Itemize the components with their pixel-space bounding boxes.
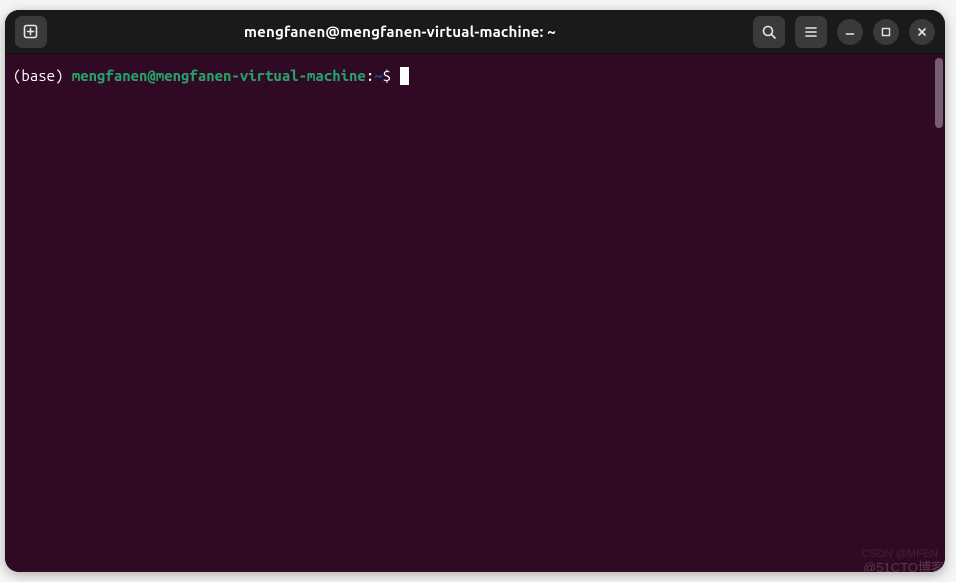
prompt-dollar: $ (383, 66, 400, 86)
prompt-colon: : (366, 66, 374, 86)
prompt-line: (base) mengfanen@mengfanen-virtual-machi… (13, 66, 937, 86)
maximize-button[interactable] (873, 19, 899, 45)
titlebar-left (15, 16, 47, 48)
conda-env: (base) (13, 66, 72, 86)
minimize-button[interactable] (837, 19, 863, 45)
maximize-icon (880, 26, 892, 38)
new-tab-icon (22, 23, 40, 41)
scrollbar-thumb[interactable] (935, 58, 943, 128)
hamburger-icon (803, 24, 819, 40)
cwd-path: ~ (374, 66, 382, 86)
menu-button[interactable] (795, 16, 827, 48)
new-tab-button[interactable] (15, 16, 47, 48)
text-cursor (400, 67, 409, 85)
titlebar-right (753, 16, 935, 48)
titlebar: mengfanen@mengfanen-virtual-machine: ~ (5, 10, 945, 54)
minimize-icon (844, 26, 856, 38)
close-button[interactable] (909, 19, 935, 45)
user-host: mengfanen@mengfanen-virtual-machine (72, 66, 366, 86)
terminal-window: mengfanen@mengfanen-virtual-machine: ~ (5, 10, 945, 572)
close-icon (916, 26, 928, 38)
terminal-body[interactable]: (base) mengfanen@mengfanen-virtual-machi… (5, 54, 945, 572)
window-title: mengfanen@mengfanen-virtual-machine: ~ (55, 23, 745, 40)
search-icon (761, 24, 777, 40)
search-button[interactable] (753, 16, 785, 48)
